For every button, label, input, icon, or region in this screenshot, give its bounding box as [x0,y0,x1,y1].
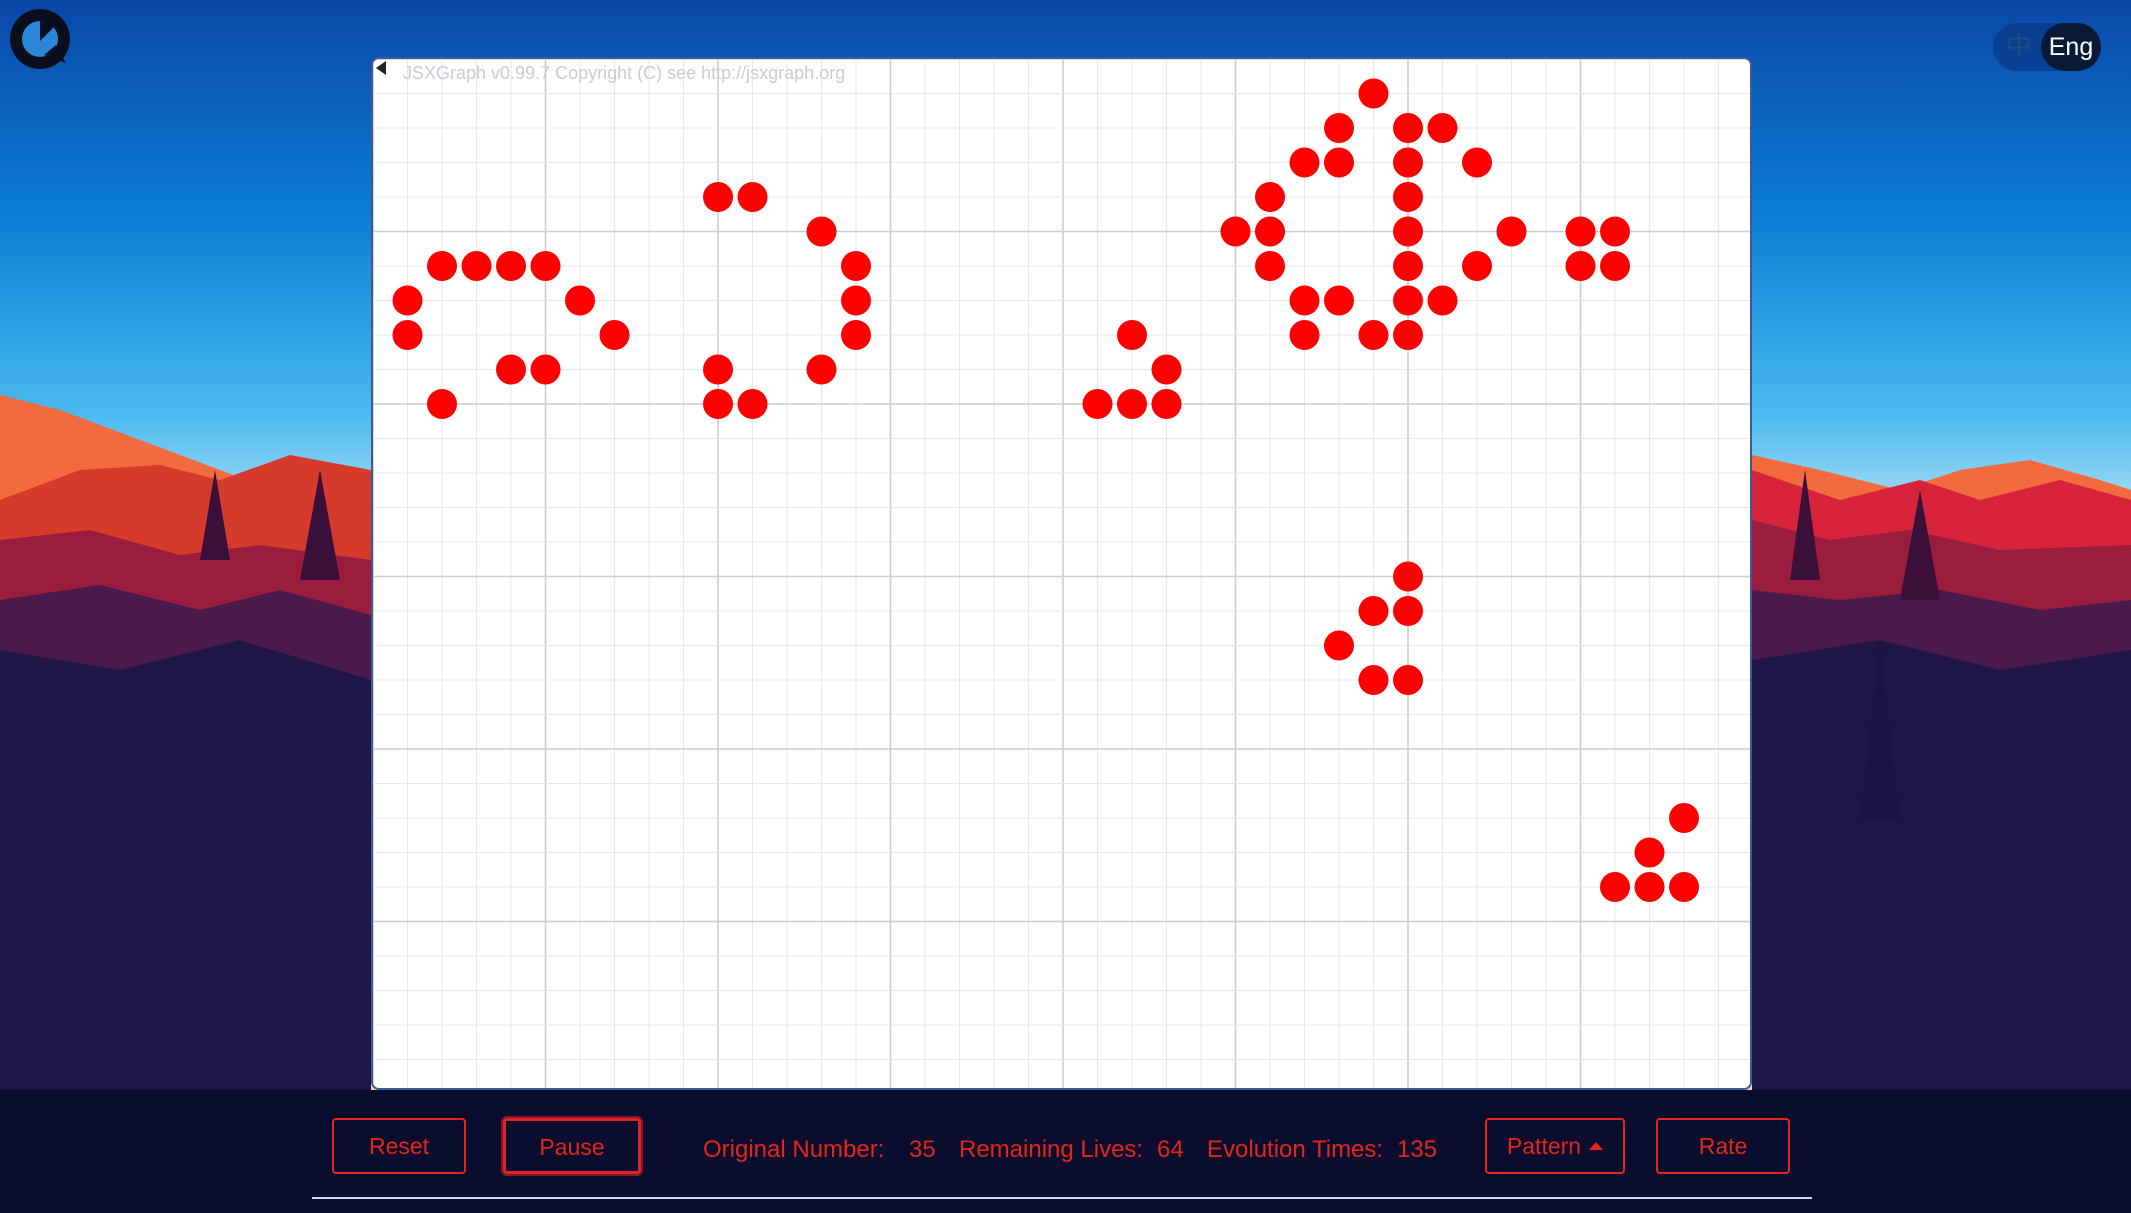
live-cell[interactable] [1324,147,1354,178]
live-cell[interactable] [1117,320,1147,350]
jsxgraph-copyright: JSXGraph v0.99.7 Copyright (C) see http:… [403,63,846,83]
caret-up-icon [1589,1142,1604,1150]
evolution-times-label: Evolution Times: [1207,1136,1384,1163]
live-cell[interactable] [530,354,561,385]
live-cell[interactable] [1324,285,1354,316]
live-cell[interactable] [703,354,733,385]
live-cell[interactable] [427,251,457,281]
live-cell[interactable] [1600,216,1630,247]
live-cell[interactable] [1600,872,1630,902]
live-cell[interactable] [703,182,733,212]
live-cell[interactable] [1358,596,1389,626]
footer-divider [312,1197,1812,1199]
live-cell[interactable] [530,251,561,281]
live-cell[interactable] [1358,78,1389,109]
board-grid[interactable] [373,59,1750,1088]
live-cell[interactable] [1324,113,1354,143]
live-cell[interactable] [1427,285,1458,316]
live-cell[interactable] [1255,251,1285,281]
lang-chinese-option[interactable]: 中 [1993,23,2045,71]
remaining-lives-label: Remaining Lives: [959,1136,1144,1163]
live-cell[interactable] [703,389,733,419]
live-cell[interactable] [599,320,630,350]
live-cell[interactable] [1496,216,1527,247]
live-cell[interactable] [1220,216,1251,247]
live-cell[interactable] [1151,389,1182,419]
rate-button[interactable]: Rate [1656,1118,1790,1174]
live-cell[interactable] [1289,285,1320,316]
live-cell[interactable] [806,216,837,247]
app-logo [10,9,70,69]
live-cell[interactable] [1289,320,1320,350]
live-cell[interactable] [392,285,423,316]
original-number-value: 35 [909,1136,936,1163]
live-cell[interactable] [1393,665,1423,695]
live-cell[interactable] [1255,216,1285,247]
live-cell[interactable] [392,320,423,350]
live-cell[interactable] [1393,285,1423,316]
live-cell[interactable] [841,320,871,350]
live-cell[interactable] [1393,596,1423,626]
board-nav-arrow-icon [376,61,386,75]
live-cell[interactable] [1117,389,1147,419]
pattern-dropdown[interactable]: Pattern [1485,1118,1625,1174]
live-cell[interactable] [1393,182,1423,212]
live-cell[interactable] [737,389,768,419]
live-cell[interactable] [1393,320,1423,350]
live-cell[interactable] [841,285,871,316]
live-cell[interactable] [427,389,457,419]
live-cell[interactable] [1669,803,1699,833]
live-cell[interactable] [1393,147,1423,178]
live-cell[interactable] [565,285,595,316]
live-cell[interactable] [1289,147,1320,178]
live-cell[interactable] [1082,389,1113,419]
live-cell[interactable] [1393,216,1423,247]
language-toggle[interactable]: 中 Eng [1993,23,2101,71]
live-cell[interactable] [806,354,837,385]
live-cell[interactable] [1393,113,1423,143]
live-cell[interactable] [1358,320,1389,350]
live-cell[interactable] [1427,113,1458,143]
live-cell[interactable] [1634,872,1665,902]
pause-button[interactable]: Pause [503,1118,641,1174]
evolution-times-value: 135 [1397,1136,1438,1163]
live-cell[interactable] [461,251,492,281]
live-cell[interactable] [1393,561,1423,592]
control-bar: Reset Pause Original Number: 35 Remainin… [0,1118,2131,1188]
live-cell[interactable] [1600,251,1630,281]
live-cell[interactable] [1358,665,1389,695]
original-number-label: Original Number: [703,1136,885,1163]
live-cell[interactable] [1462,251,1492,281]
live-cell[interactable] [496,251,526,281]
live-cell[interactable] [841,251,871,281]
live-cell[interactable] [1151,354,1182,385]
live-cell[interactable] [1634,837,1665,868]
live-cell[interactable] [1565,216,1596,247]
live-cell[interactable] [1324,630,1354,661]
live-cell[interactable] [1255,182,1285,212]
live-cell[interactable] [496,354,526,385]
live-cell[interactable] [1462,147,1492,178]
pattern-label: Pattern [1506,1133,1582,1159]
remaining-lives-value: 64 [1157,1136,1184,1163]
live-cell[interactable] [1565,251,1596,281]
live-cell[interactable] [1393,251,1423,281]
live-cell[interactable] [1669,872,1699,902]
live-cell[interactable] [737,182,768,212]
lang-english-option[interactable]: Eng [2041,23,2101,71]
game-board[interactable]: JSXGraph v0.99.7 Copyright (C) see http:… [371,57,1752,1090]
reset-button[interactable]: Reset [332,1118,466,1174]
